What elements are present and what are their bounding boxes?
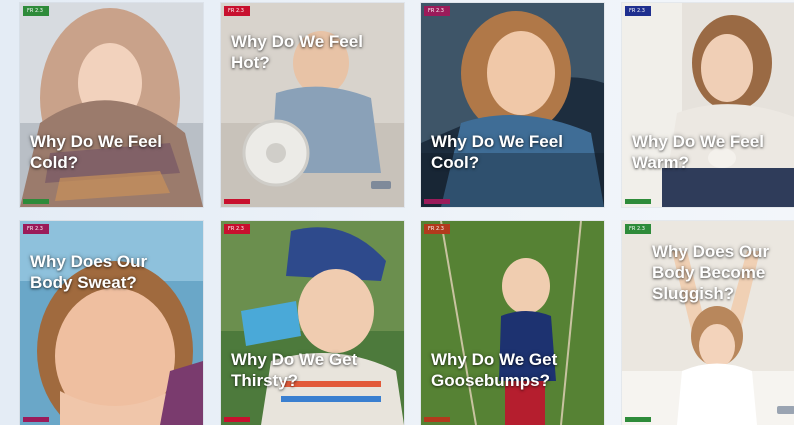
book-cover-warm[interactable]: FR 2.3 Why Do We Feel Warm?	[622, 3, 794, 207]
level-badge: FR 2.3	[224, 6, 250, 16]
cover-photo	[20, 3, 203, 207]
publisher-footer	[224, 199, 250, 204]
level-badge: FR 2.3	[224, 224, 250, 234]
level-badge: FR 2.3	[424, 6, 450, 16]
book-cover-thirsty[interactable]: FR 2.3 Why Do We Get Thirsty?	[221, 221, 404, 425]
book-title: Why Does Our Body Sweat?	[30, 252, 148, 292]
book-cover-hot[interactable]: FR 2.3 Why Do We Feel Hot?	[221, 3, 404, 207]
cover-photo	[421, 221, 604, 425]
book-title: Why Do We Feel Warm?	[632, 132, 764, 172]
publisher-footer	[625, 417, 651, 422]
book-title: Why Do We Feel Cool?	[431, 132, 563, 172]
book-title: Why Does Our Body Become Sluggish?	[652, 242, 770, 303]
cover-photo	[221, 221, 404, 425]
publisher-footer	[23, 417, 49, 422]
publisher-footer	[23, 199, 49, 204]
cover-photo	[421, 3, 604, 207]
book-cover-sluggish[interactable]: FR 2.3 Why Does Our Body Become Sluggish…	[622, 221, 794, 425]
book-title: Why Do We Get Thirsty?	[231, 350, 358, 390]
publisher-footer	[424, 417, 450, 422]
cover-photo	[622, 3, 794, 207]
publisher-footer	[224, 417, 250, 422]
book-title: Why Do We Feel Cold?	[30, 132, 162, 172]
level-badge: FR 2.3	[23, 6, 49, 16]
book-cover-grid: FR 2.3 Why Do We Feel Cold? FR 2.3 Why D…	[0, 0, 794, 425]
book-title: Why Do We Get Goosebumps?	[431, 350, 558, 390]
level-badge: FR 2.3	[424, 224, 450, 234]
book-cover-cool[interactable]: FR 2.3 Why Do We Feel Cool?	[421, 3, 604, 207]
book-cover-sweat[interactable]: FR 2.3 Why Does Our Body Sweat?	[20, 221, 203, 425]
level-badge: FR 2.3	[23, 224, 49, 234]
book-cover-cold[interactable]: FR 2.3 Why Do We Feel Cold?	[20, 3, 203, 207]
book-title: Why Do We Feel Hot?	[231, 32, 363, 72]
level-badge: FR 2.3	[625, 6, 651, 16]
book-cover-goosebumps[interactable]: FR 2.3 Why Do We Get Goosebumps?	[421, 221, 604, 425]
level-badge: FR 2.3	[625, 224, 651, 234]
publisher-footer	[625, 199, 651, 204]
publisher-footer	[424, 199, 450, 204]
